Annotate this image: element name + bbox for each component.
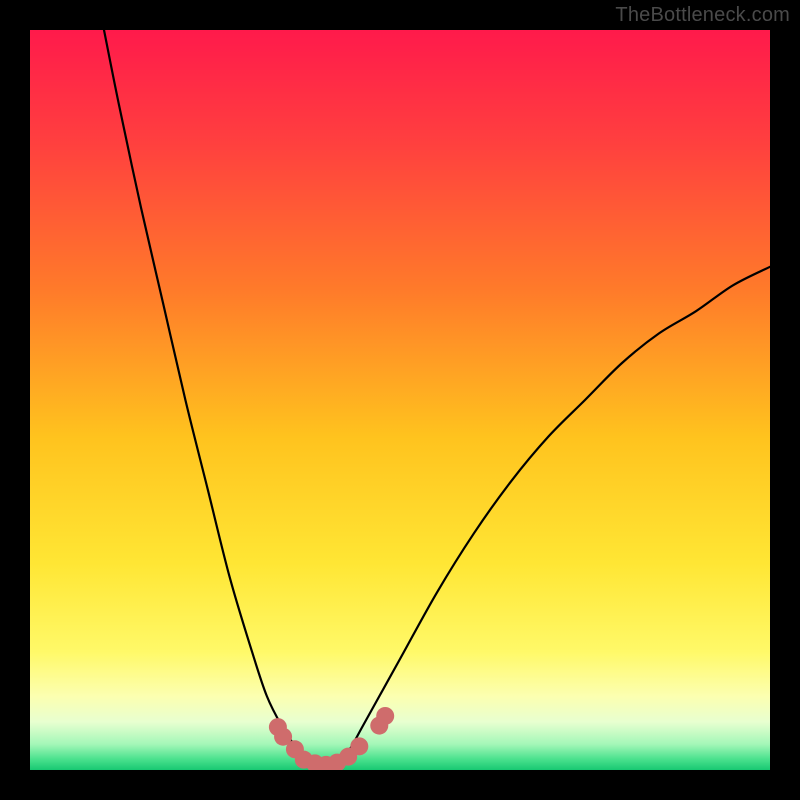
- attribution-label: TheBottleneck.com: [615, 4, 790, 27]
- plot-area: [30, 30, 770, 770]
- curve-layer: [30, 30, 770, 770]
- data-markers: [269, 707, 394, 770]
- data-marker: [350, 737, 368, 755]
- chart-frame: TheBottleneck.com: [0, 0, 800, 800]
- bottleneck-curve: [104, 30, 770, 766]
- data-marker: [376, 707, 394, 725]
